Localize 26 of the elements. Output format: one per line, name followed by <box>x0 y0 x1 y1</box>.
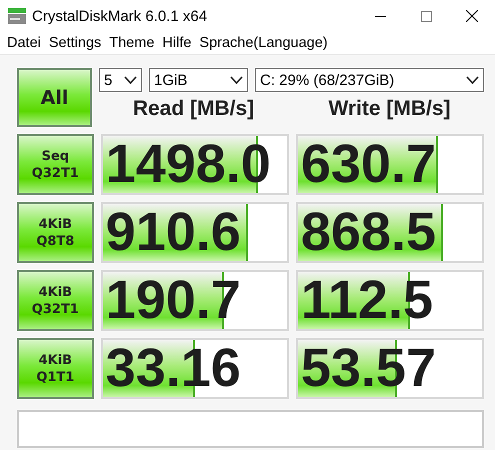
caret-icon <box>466 76 479 84</box>
column-header: Read [MB/s] <box>132 97 256 121</box>
result-value: 630.7 <box>300 136 436 193</box>
test-button[interactable]: Seq Q32T1 <box>17 134 94 195</box>
menu-item[interactable]: Sprache(Language) <box>196 35 333 51</box>
menu-item[interactable]: Theme <box>106 35 160 51</box>
result-value: 910.6 <box>104 204 241 261</box>
test-button[interactable]: 4KiB Q1T1 <box>17 338 94 399</box>
maximize-icon <box>420 10 432 22</box>
caret-icon <box>124 76 137 84</box>
dropdown[interactable]: 1GiB <box>149 68 248 92</box>
all-button[interactable]: All <box>17 68 92 127</box>
dropdown[interactable]: 5 <box>99 68 142 92</box>
result-value: 868.5 <box>300 204 436 261</box>
close-icon <box>466 10 478 22</box>
test-button[interactable]: 4KiB Q8T8 <box>17 202 94 263</box>
dropdown[interactable]: C: 29% (68/237GiB) <box>255 68 484 92</box>
caret-icon <box>230 76 243 84</box>
menu-item[interactable]: Settings <box>46 35 106 51</box>
test-button[interactable]: 4KiB Q32T1 <box>17 270 94 331</box>
window-title: CrystalDiskMark 6.0.1 x64 <box>32 8 208 24</box>
comment-field[interactable] <box>17 410 484 448</box>
disk-icon <box>8 8 26 24</box>
menu-item[interactable]: Hilfe <box>159 35 196 51</box>
column-header: Write [MB/s] <box>327 97 452 121</box>
menu-item[interactable]: Datei <box>4 35 46 51</box>
